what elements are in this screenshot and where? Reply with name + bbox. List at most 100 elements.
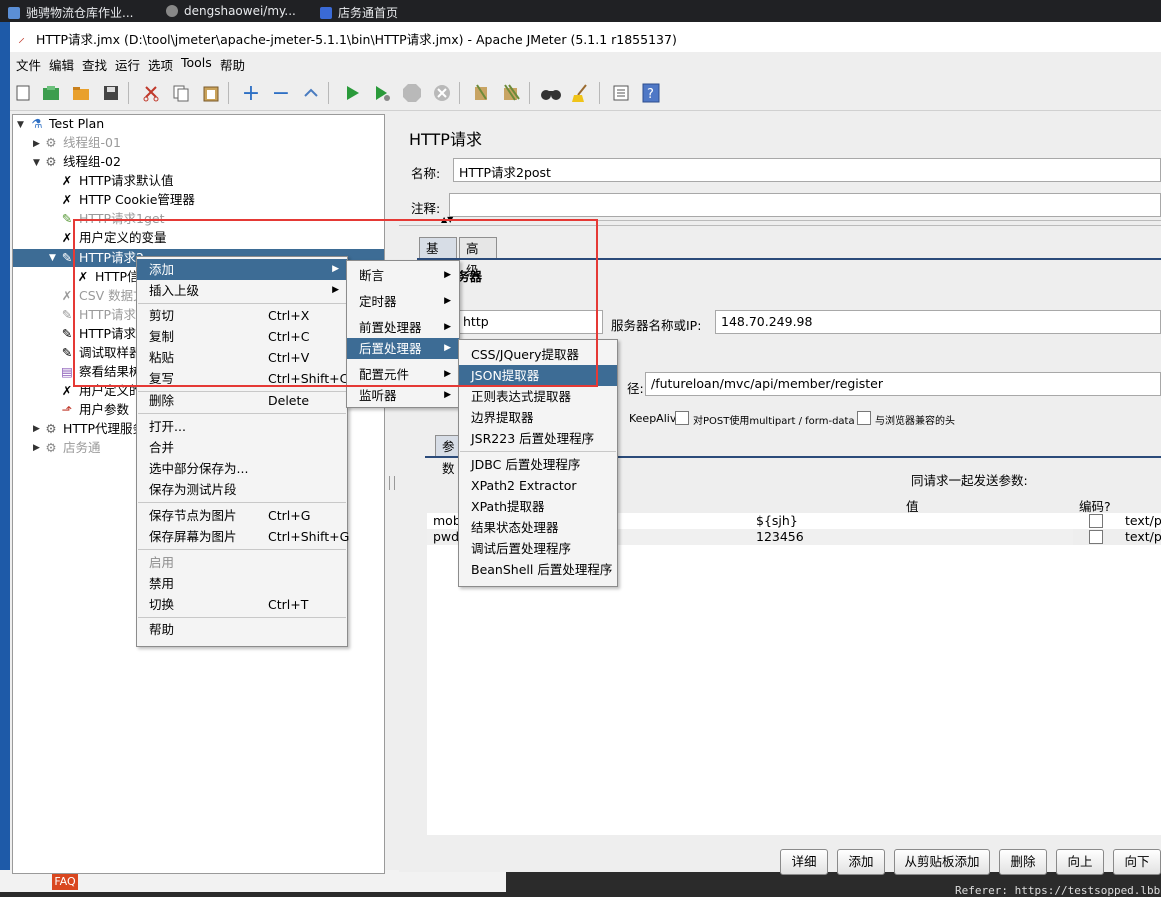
delete-button[interactable]: 删除 [999, 849, 1047, 875]
tree-node-dianwutong[interactable]: ⚙ 店务通 [43, 439, 101, 457]
window-title: HTTP请求.jmx (D:\tool\jmeter\apache-jmeter… [36, 32, 677, 47]
encode-checkbox[interactable] [1089, 530, 1103, 544]
start-no-pause-icon[interactable] [370, 81, 394, 105]
tree-node-thread-group-01[interactable]: ⚙ 线程组-01 [43, 134, 121, 152]
menu-item-save-screen-image[interactable]: 保存屏幕为图片 Ctrl+Shift+G [137, 526, 349, 547]
browser-tab[interactable]: 驰骋物流仓库作业... [8, 4, 133, 20]
collapse-toggle-icon[interactable]: ▼ [17, 120, 24, 130]
add-from-clipboard-button[interactable]: 从剪贴板添加 [894, 849, 990, 875]
menu-item-delete[interactable]: 删除 Delete [137, 390, 347, 411]
toggle-icon[interactable] [299, 81, 323, 105]
expand-toggle-icon[interactable]: ▶ [33, 443, 40, 453]
menu-item-boundary-extractor[interactable]: 边界提取器 [459, 407, 617, 428]
menu-item-xpath-extractor[interactable]: XPath提取器 [459, 496, 617, 517]
menu-options[interactable]: 选项 [148, 55, 173, 74]
move-up-button[interactable]: 向上 [1056, 849, 1104, 875]
copy-icon[interactable] [169, 81, 193, 105]
menu-item-open[interactable]: 打开... [137, 416, 347, 437]
open-icon[interactable] [69, 81, 93, 105]
tree-node-label: HTTP Cookie管理器 [79, 192, 195, 207]
clear-icon[interactable] [469, 81, 493, 105]
cut-icon[interactable] [139, 81, 163, 105]
templates-icon[interactable] [39, 81, 63, 105]
submenu-arrow-icon: ▶ [444, 390, 451, 400]
menu-edit[interactable]: 编辑 [49, 55, 74, 74]
menu-item-help[interactable]: 帮助 [137, 619, 347, 640]
tree-node-label: 店务通 [63, 440, 101, 455]
detail-button[interactable]: 详细 [780, 849, 828, 875]
encode-checkbox[interactable] [1089, 514, 1103, 528]
expand-toggle-icon[interactable]: ▶ [33, 424, 40, 434]
param-value: ${sjh} [756, 513, 798, 528]
start-icon[interactable] [340, 81, 364, 105]
tree-node-user-parameters[interactable]: ⬏ 用户参数 [59, 401, 129, 419]
menu-item-xpath2-extractor[interactable]: XPath2 Extractor [459, 475, 617, 496]
collapse-all-icon[interactable]: − [269, 81, 293, 106]
panel-title: HTTP请求 [409, 130, 482, 149]
user-param-icon: ⬏ [61, 402, 73, 417]
shutdown-icon[interactable] [430, 81, 454, 105]
server-input[interactable]: 148.70.249.98 [715, 310, 1161, 334]
menu-run[interactable]: 运行 [115, 55, 140, 74]
path-input[interactable]: /futureloan/mvc/api/member/register [645, 372, 1161, 396]
multipart-checkbox[interactable] [675, 411, 689, 425]
tree-node-thread-group-02[interactable]: ⚙ 线程组-02 [43, 153, 121, 171]
help-icon[interactable]: ? [639, 81, 663, 105]
menu-item-toggle[interactable]: 切换 Ctrl+T [137, 594, 347, 615]
move-down-button[interactable]: 向下 [1113, 849, 1161, 875]
reset-search-icon[interactable] [569, 81, 593, 105]
menu-item-debug-postprocessor[interactable]: 调试后置处理程序 [459, 538, 617, 559]
name-label: 名称: [411, 166, 441, 181]
param-name: pwd [433, 529, 460, 544]
paste-icon[interactable] [199, 81, 223, 105]
save-icon[interactable] [99, 81, 123, 105]
menu-item-disable[interactable]: 禁用 [137, 573, 347, 594]
comment-label: 注释: [411, 201, 441, 216]
menu-item-jdbc-postprocessor[interactable]: JDBC 后置处理程序 [459, 454, 617, 475]
comment-input[interactable] [449, 193, 1161, 217]
stop-icon[interactable] [400, 81, 424, 105]
gear-icon: ⚙ [45, 421, 57, 436]
search-binoculars-icon[interactable] [539, 81, 563, 105]
clear-all-icon[interactable] [499, 81, 523, 105]
tree-node-cookie-manager[interactable]: ✗ HTTP Cookie管理器 [59, 191, 195, 209]
param-content-type: text/plain [1125, 513, 1161, 528]
menu-item-save-selection-as[interactable]: 选中部分保存为... [137, 458, 347, 479]
new-icon[interactable] [11, 81, 35, 105]
add-button[interactable]: 添加 [837, 849, 885, 875]
menu-item-jsr223-postprocessor[interactable]: JSR223 后置处理程序 [459, 428, 617, 449]
faq-badge[interactable]: FAQ [52, 874, 78, 890]
tree-node-http-proxy[interactable]: ⚙ HTTP代理服务 [43, 420, 145, 438]
browser-headers-checkbox[interactable] [857, 411, 871, 425]
menu-item-merge[interactable]: 合并 [137, 437, 347, 458]
menu-search[interactable]: 查找 [82, 55, 107, 74]
menu-tools[interactable]: Tools [181, 55, 212, 70]
menu-item-result-status-handler[interactable]: 结果状态处理器 [459, 517, 617, 538]
name-input[interactable]: HTTP请求2post [453, 158, 1161, 182]
expand-all-icon[interactable]: + [239, 81, 263, 106]
menu-item-save-as-fragment[interactable]: 保存为测试片段 [137, 479, 347, 500]
menu-help[interactable]: 帮助 [220, 55, 245, 74]
params-caption: 同请求一起发送参数: [911, 473, 1028, 488]
tree-node-label: HTTP请求默认值 [79, 173, 174, 188]
collapse-toggle-icon[interactable]: ▼ [49, 253, 56, 263]
tree-node-test-plan[interactable]: ⚗ Test Plan [29, 115, 104, 133]
browser-tab[interactable]: 店务通首页 [320, 4, 398, 20]
browser-tab[interactable]: dengshaowei/my... [166, 4, 296, 20]
menu-item-beanshell-postprocessor[interactable]: BeanShell 后置处理程序 [459, 559, 617, 580]
site-favicon-icon [320, 7, 332, 19]
browser-tab-label: 驰骋物流仓库作业... [26, 6, 134, 20]
tree-node-http-defaults[interactable]: ✗ HTTP请求默认值 [59, 172, 174, 190]
function-helper-icon[interactable] [609, 81, 633, 105]
toolbar: + − ? [10, 76, 1161, 111]
menu-item-listeners[interactable]: 监听器 ▶ [347, 385, 459, 406]
background-left-strip [0, 22, 10, 892]
menu-item-enable: 启用 [149, 555, 175, 570]
gear-icon: ⚙ [45, 135, 57, 150]
menu-item-save-node-image[interactable]: 保存节点为图片 Ctrl+G [137, 505, 347, 526]
expand-toggle-icon[interactable]: ▶ [33, 139, 40, 149]
menu-file[interactable]: 文件 [16, 55, 41, 74]
collapse-toggle-icon[interactable]: ▼ [33, 158, 40, 168]
wrench-icon: ✗ [61, 173, 73, 188]
menu-item-regex-extractor[interactable]: 正则表达式提取器 [459, 386, 617, 407]
